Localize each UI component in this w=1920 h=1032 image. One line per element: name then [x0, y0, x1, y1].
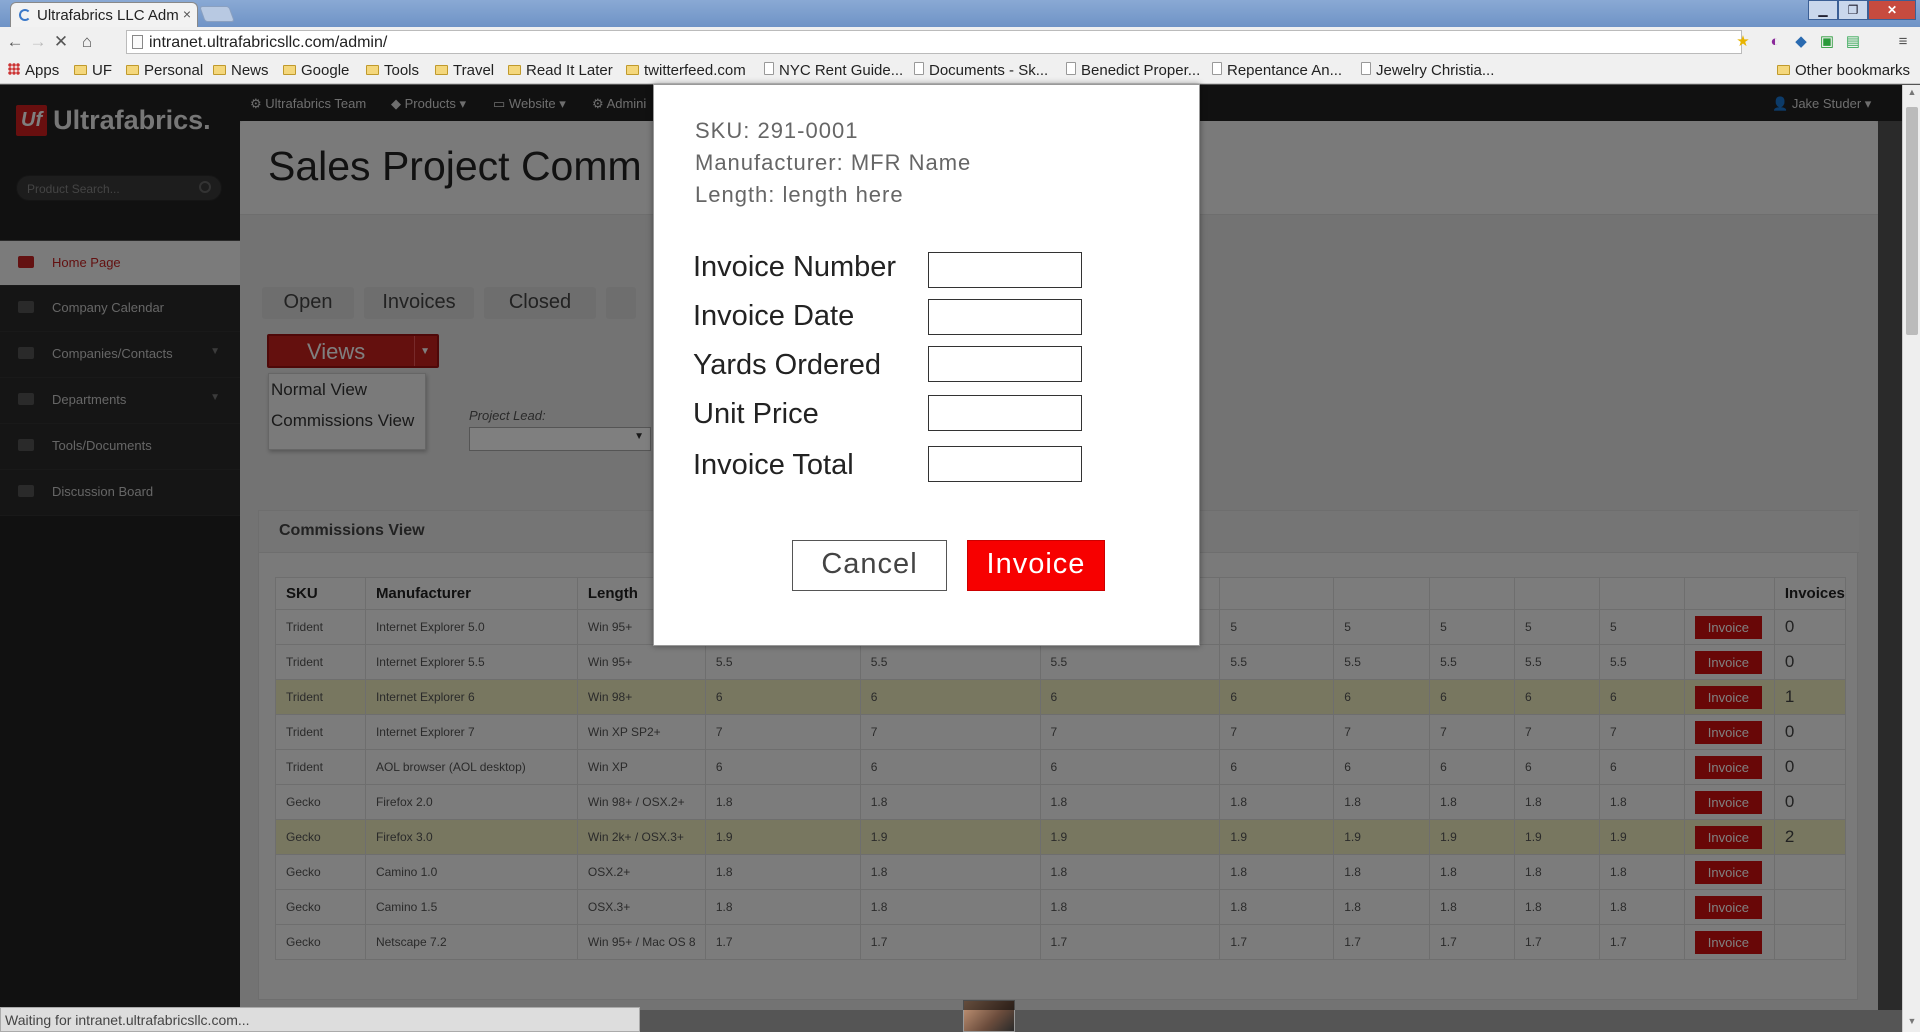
- cloud-icon: [914, 62, 924, 75]
- scroll-thumb[interactable]: [1906, 107, 1918, 335]
- forward-icon[interactable]: →: [27, 31, 49, 53]
- other-bookmarks[interactable]: Other bookmarks: [1777, 62, 1910, 79]
- bookmark-folder[interactable]: Travel: [435, 62, 494, 79]
- page-scrollbar[interactable]: ▲ ▼: [1902, 85, 1920, 1032]
- modal-length: Length: length here: [695, 182, 904, 207]
- extension-icon[interactable]: ◐: [1766, 33, 1784, 51]
- new-tab-button[interactable]: [199, 6, 235, 22]
- extension-icon[interactable]: ▣: [1818, 33, 1836, 51]
- invoice-total-field[interactable]: [928, 446, 1082, 482]
- bookmark-folder[interactable]: Tools: [366, 62, 419, 79]
- loading-spinner-icon: [19, 9, 31, 21]
- bookmark-folder[interactable]: UF: [74, 62, 112, 79]
- yards-ordered-label: Yards Ordered: [693, 349, 882, 381]
- modal-manufacturer: Manufacturer: MFR Name: [695, 150, 972, 175]
- twitterfeed-icon: [626, 65, 639, 75]
- folder-icon: [126, 65, 139, 75]
- folder-icon: [366, 65, 379, 75]
- page-icon: [764, 62, 774, 75]
- tab-title: Ultrafabrics LLC Adm: [37, 7, 179, 24]
- bookmark-link[interactable]: NYC Rent Guide...: [764, 62, 903, 79]
- browser-toolbar: ← → ✕ ⌂ intranet.ultrafabricsllc.com/adm…: [0, 27, 1920, 57]
- bookmark-link[interactable]: Jewelry Christia...: [1361, 62, 1494, 79]
- window-controls: ▁ ❐ ✕: [1808, 0, 1916, 22]
- unit-price-label: Unit Price: [693, 398, 819, 430]
- browser-tab[interactable]: Ultrafabrics LLC Adm ×: [10, 2, 198, 27]
- invoice-number-label: Invoice Number: [693, 251, 897, 283]
- folder-icon: [283, 65, 296, 75]
- bookmark-folder[interactable]: Read It Later: [508, 62, 613, 79]
- site-icon: [1212, 62, 1222, 75]
- invoice-date-field[interactable]: [928, 299, 1082, 335]
- page-icon: [132, 35, 143, 49]
- invoice-modal: SKU: 291-0001 Manufacturer: MFR Name Len…: [653, 84, 1200, 646]
- bookmark-link[interactable]: Documents - Sk...: [914, 62, 1048, 79]
- bookmark-link[interactable]: Benedict Proper...: [1066, 62, 1200, 79]
- apps-icon: [8, 63, 20, 75]
- page-icon: [1066, 62, 1076, 75]
- unit-price-field[interactable]: [928, 395, 1082, 431]
- url-text: intranet.ultrafabricsllc.com/admin/: [149, 34, 388, 51]
- minimize-button[interactable]: ▁: [1808, 0, 1838, 20]
- extension-icon[interactable]: ◆: [1792, 33, 1810, 51]
- menu-icon[interactable]: ≡: [1894, 33, 1912, 51]
- folder-icon: [213, 65, 226, 75]
- maximize-button[interactable]: ❐: [1838, 0, 1868, 20]
- back-icon[interactable]: ←: [4, 31, 26, 53]
- bookmark-folder[interactable]: Google: [283, 62, 349, 79]
- bookmark-star-icon[interactable]: ★: [1734, 33, 1752, 51]
- scroll-up-icon[interactable]: ▲: [1903, 87, 1920, 101]
- yards-ordered-field[interactable]: [928, 346, 1082, 382]
- modal-sku: SKU: 291-0001: [695, 118, 859, 143]
- folder-icon: [74, 65, 87, 75]
- submit-invoice-button[interactable]: Invoice: [967, 540, 1105, 591]
- folder-icon: [1777, 65, 1790, 75]
- site-icon: [1361, 62, 1371, 75]
- close-window-button[interactable]: ✕: [1868, 0, 1916, 20]
- invoice-total-label: Invoice Total: [693, 449, 854, 481]
- invoice-date-label: Invoice Date: [693, 300, 855, 332]
- bookmark-link[interactable]: Repentance An...: [1212, 62, 1342, 79]
- home-icon[interactable]: ⌂: [76, 31, 98, 53]
- bookmark-folder[interactable]: Personal: [126, 62, 203, 79]
- folder-icon: [508, 65, 521, 75]
- stop-icon[interactable]: ✕: [50, 31, 72, 53]
- invoice-number-field[interactable]: [928, 252, 1082, 288]
- cancel-button[interactable]: Cancel: [792, 540, 947, 591]
- bookmark-apps[interactable]: Apps: [8, 62, 59, 79]
- close-tab-icon[interactable]: ×: [183, 6, 191, 22]
- browser-tabstrip: Ultrafabrics LLC Adm × ▁ ❐ ✕: [0, 0, 1920, 27]
- bookmark-link[interactable]: twitterfeed.com: [626, 62, 746, 79]
- address-bar[interactable]: intranet.ultrafabricsllc.com/admin/: [126, 30, 1742, 54]
- bookmark-folder[interactable]: News: [213, 62, 269, 79]
- bookmarks-bar: Apps UF Personal News Google Tools Trave…: [0, 57, 1920, 84]
- extension-icon[interactable]: ▤: [1844, 33, 1862, 51]
- scroll-down-icon[interactable]: ▼: [1903, 1016, 1920, 1030]
- folder-icon: [435, 65, 448, 75]
- status-bar: Waiting for intranet.ultrafabricsllc.com…: [0, 1007, 640, 1032]
